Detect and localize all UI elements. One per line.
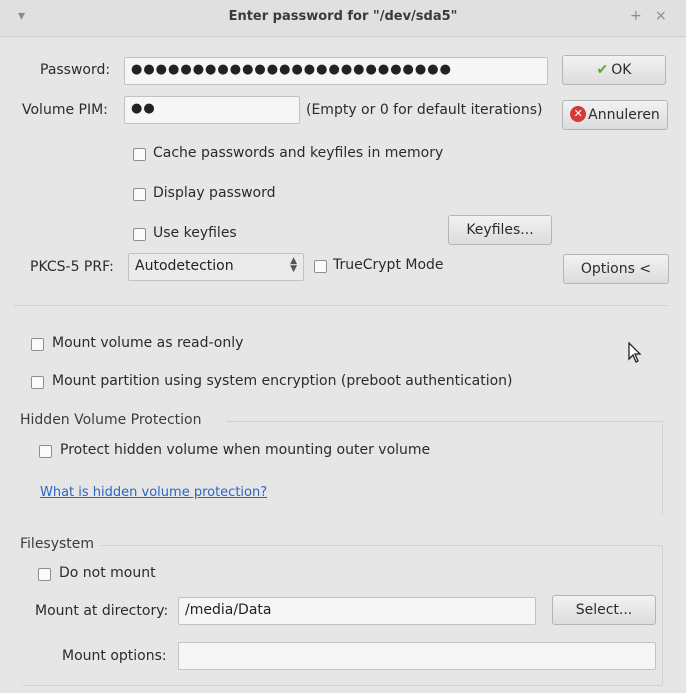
mount-options-input[interactable] [178,642,656,670]
cache-checkbox-label: Cache passwords and keyfiles in memory [153,145,444,161]
close-icon[interactable]: × [655,8,667,24]
spinner-arrows-icon: ▲ ▼ [290,256,297,274]
mouse-pointer-icon [628,342,642,363]
pim-hint: (Empty or 0 for default iterations) [306,102,543,118]
pim-label: Volume PIM: [22,102,108,118]
do-not-mount-checkbox[interactable] [38,568,51,581]
title-bar: ▾ Enter password for "/dev/sda5" + × [0,0,686,37]
readonly-label: Mount volume as read-only [52,335,244,351]
truecrypt-label: TrueCrypt Mode [333,257,444,273]
red-x-icon: ✕ [570,106,587,122]
use-keyfiles-checkbox[interactable] [133,228,146,241]
system-encryption-checkbox[interactable] [31,376,44,389]
cache-checkbox[interactable] [133,148,146,161]
protect-hidden-checkbox[interactable] [39,445,52,458]
pin-icon[interactable]: + [630,8,642,24]
prf-select[interactable]: Autodetection ▲ ▼ [128,253,304,281]
checkmark-icon: ✔ [596,62,609,78]
mount-directory-input[interactable]: /media/Data [178,597,536,625]
select-button[interactable]: Select... [552,595,656,625]
truecrypt-checkbox[interactable] [314,260,327,273]
ok-button[interactable]: ✔ OK [562,55,666,85]
password-label: Password: [40,62,111,78]
display-password-label: Display password [153,185,276,201]
do-not-mount-label: Do not mount [59,565,156,581]
password-dialog: ▾ Enter password for "/dev/sda5" + × Pas… [0,0,686,693]
cancel-button[interactable]: ✕ Annuleren [562,100,668,130]
readonly-checkbox[interactable] [31,338,44,351]
options-button[interactable]: Options < [563,254,669,284]
separator [226,421,662,422]
protect-hidden-label: Protect hidden volume when mounting oute… [60,442,431,458]
window-title: Enter password for "/dev/sda5" [228,9,458,24]
cancel-button-label: Annuleren [588,107,660,123]
mount-directory-label: Mount at directory: [35,603,169,619]
separator [14,305,668,306]
mount-options-label: Mount options: [62,648,167,664]
password-input[interactable]: ●●●●●●●●●●●●●●●●●●●●●●●●●● [124,57,548,85]
prf-label: PKCS-5 PRF: [30,259,114,275]
pim-input[interactable]: ●● [124,96,300,124]
use-keyfiles-label: Use keyfiles [153,225,237,241]
ok-button-label: OK [611,62,632,78]
system-encryption-label: Mount partition using system encryption … [52,373,513,389]
hidden-protection-group [22,420,663,516]
hidden-protection-link[interactable]: What is hidden volume protection? [40,485,267,500]
display-password-checkbox[interactable] [133,188,146,201]
prf-select-value: Autodetection [135,258,234,274]
keyfiles-button[interactable]: Keyfiles... [448,215,552,245]
